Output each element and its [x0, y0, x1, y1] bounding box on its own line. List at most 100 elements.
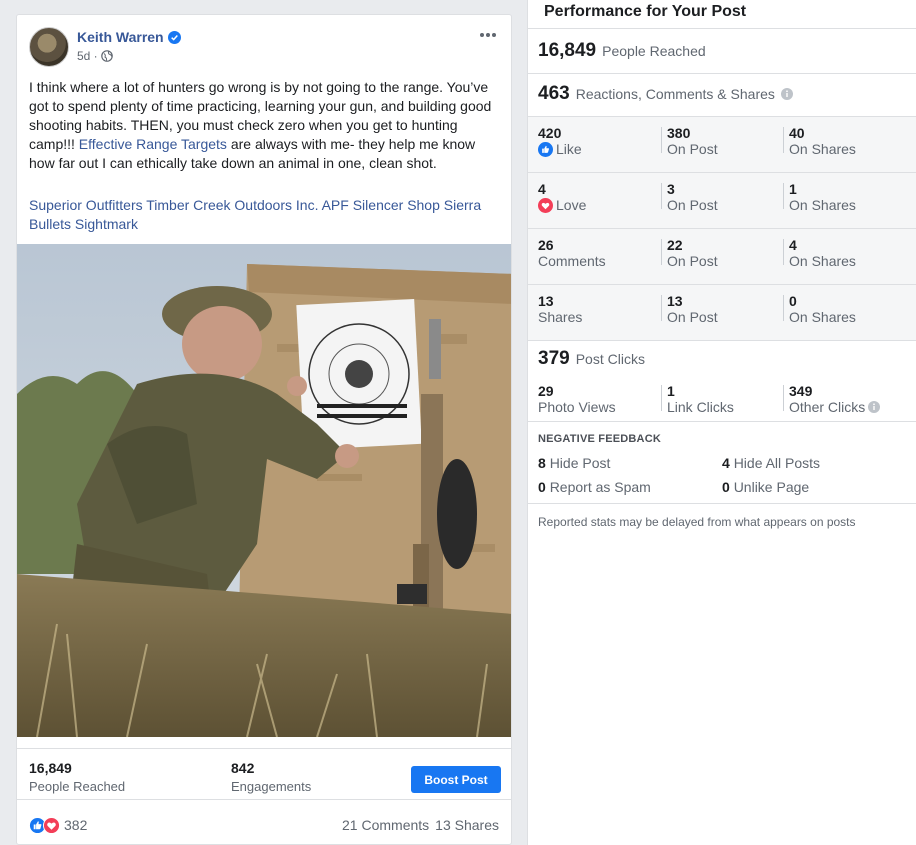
- shares-on-post: 13: [667, 293, 683, 309]
- link-clicks-number: 1: [667, 383, 675, 399]
- loves-on-shares-cell: 1 On Shares: [789, 181, 856, 213]
- tag-link[interactable]: APF: [322, 197, 349, 213]
- comments-on-post: 22: [667, 237, 683, 253]
- shares-count-link[interactable]: 13 Shares: [435, 817, 499, 833]
- negative-feedback-section: NEGATIVE FEEDBACK 8 Hide Post 4 Hide All…: [528, 421, 916, 503]
- author-avatar[interactable]: [29, 27, 69, 67]
- loves-cell: 4 Love: [538, 181, 586, 213]
- other-clicks-cell: 349 Other Clicks: [789, 383, 881, 415]
- likes-on-shares: 40: [789, 125, 805, 141]
- loves-label-text: Love: [556, 197, 587, 213]
- footnote-row: Reported stats may be delayed from what …: [528, 503, 916, 543]
- hide-post-number: 8: [538, 455, 546, 471]
- verified-badge-icon: [167, 30, 181, 44]
- likes-on-shares-cell: 40 On Shares: [789, 125, 856, 157]
- other-clicks-label-text: Other Clicks: [789, 399, 866, 415]
- on-post-label: On Post: [667, 253, 718, 269]
- more-options-button[interactable]: [477, 27, 499, 43]
- post-clicks-number: 379: [538, 348, 570, 369]
- people-reached-row: 16,849 People Reached: [528, 28, 916, 73]
- reach-number: 16,849: [29, 760, 72, 776]
- shares-on-post-cell: 13 On Post: [667, 293, 718, 325]
- shares-total: 13: [538, 293, 554, 309]
- like-reaction-icon: [538, 141, 553, 157]
- report-spam-stat: 0 Report as Spam: [538, 479, 651, 495]
- post-header: Keith Warren 5d ·: [29, 27, 499, 71]
- link-clicks-label: Link Clicks: [667, 399, 734, 415]
- post-time[interactable]: 5d ·: [77, 49, 98, 63]
- other-clicks-number: 349: [789, 383, 813, 399]
- engagement-label: Reactions, Comments & Shares: [575, 86, 775, 102]
- tagged-pages: Superior Outfitters Timber Creek Outdoor…: [29, 196, 501, 234]
- delay-footnote: Reported stats may be delayed from what …: [538, 515, 856, 529]
- negative-feedback-header: NEGATIVE FEEDBACK: [538, 433, 661, 445]
- hide-post-label: Hide Post: [549, 455, 611, 471]
- reaction-icons[interactable]: [29, 816, 60, 834]
- comments-shares: 21 Comments 13 Shares: [342, 817, 499, 833]
- on-shares-label: On Shares: [789, 197, 856, 213]
- post-clicks-metric: 379 Post Clicks: [538, 348, 645, 370]
- author-name[interactable]: Keith Warren: [77, 29, 164, 45]
- shares-on-shares-cell: 0 On Shares: [789, 293, 856, 325]
- globe-icon: [100, 50, 113, 62]
- likes-label: Like: [538, 141, 582, 157]
- photo-views-label: Photo Views: [538, 399, 616, 415]
- boost-post-button[interactable]: Boost Post: [411, 766, 501, 793]
- effective-range-targets-link[interactable]: Effective Range Targets: [79, 136, 227, 152]
- on-post-label: On Post: [667, 197, 718, 213]
- info-icon[interactable]: [780, 88, 793, 100]
- photo-illustration: [17, 244, 511, 737]
- cell-divider: [783, 127, 784, 153]
- likes-cell: 420 Like: [538, 125, 582, 157]
- tag-link[interactable]: Superior Outfitters: [29, 197, 143, 213]
- comments-on-post-cell: 22 On Post: [667, 237, 718, 269]
- engagement-row: 463 Reactions, Comments & Shares: [528, 73, 916, 116]
- cell-divider: [783, 239, 784, 265]
- cell-divider: [661, 239, 662, 265]
- author-row: Keith Warren: [77, 29, 181, 45]
- performance-panel: Performance for Your Post 16,849 People …: [527, 0, 916, 845]
- loves-on-post-cell: 3 On Post: [667, 181, 718, 213]
- info-icon[interactable]: [868, 401, 881, 413]
- engagement-number: 463: [538, 83, 570, 104]
- love-reaction-icon: [43, 816, 60, 834]
- engagement-number: 842: [231, 760, 255, 776]
- hide-all-label: Hide All Posts: [733, 455, 821, 471]
- comments-total: 26: [538, 237, 554, 253]
- hide-all-posts-stat: 4 Hide All Posts: [722, 455, 820, 471]
- love-reaction-icon: [538, 197, 553, 213]
- cell-divider: [661, 385, 662, 411]
- spam-number: 0: [538, 479, 546, 495]
- post-meta: 5d ·: [77, 49, 113, 63]
- engagement-stat: 842 Engagements: [231, 760, 311, 794]
- likes-on-post: 380: [667, 125, 691, 141]
- tag-link[interactable]: Timber Creek Outdoors Inc.: [146, 197, 318, 213]
- dot-icon: [480, 33, 484, 37]
- likes-on-post-cell: 380 On Post: [667, 125, 718, 157]
- loves-label: Love: [538, 197, 586, 213]
- comments-row: 26 Comments 22 On Post 4 On Shares: [528, 228, 916, 284]
- panel-title: Performance for Your Post: [544, 3, 747, 20]
- cell-divider: [783, 295, 784, 321]
- people-reached-number: 16,849: [538, 40, 597, 61]
- tag-link[interactable]: Sightmark: [75, 216, 138, 232]
- cell-divider: [783, 183, 784, 209]
- engagement-label: Engagements: [231, 779, 312, 794]
- cell-divider: [661, 183, 662, 209]
- unlike-number: 0: [722, 479, 730, 495]
- comments-cell: 26 Comments: [538, 237, 606, 269]
- shares-row: 13 Shares 13 On Post 0 On Shares: [528, 284, 916, 340]
- unlike-page-stat: 0 Unlike Page: [722, 479, 809, 495]
- engagement-metric: 463 Reactions, Comments & Shares: [538, 83, 793, 105]
- on-post-label: On Post: [667, 309, 718, 325]
- reach-stat: 16,849 People Reached: [29, 760, 125, 794]
- loves-row: 4 Love 3 On Post 1 On Shares: [528, 172, 916, 228]
- hide-post-stat: 8 Hide Post: [538, 455, 610, 471]
- reaction-count[interactable]: 382: [64, 817, 87, 833]
- cell-divider: [661, 295, 662, 321]
- post-photo[interactable]: [17, 244, 511, 737]
- post-text: I think where a lot of hunters go wrong …: [29, 78, 501, 173]
- comments-count-link[interactable]: 21 Comments: [342, 817, 429, 833]
- likes-row: 420 Like 380 On Post 40 On Shares: [528, 116, 916, 172]
- tag-link[interactable]: Silencer Shop: [353, 197, 440, 213]
